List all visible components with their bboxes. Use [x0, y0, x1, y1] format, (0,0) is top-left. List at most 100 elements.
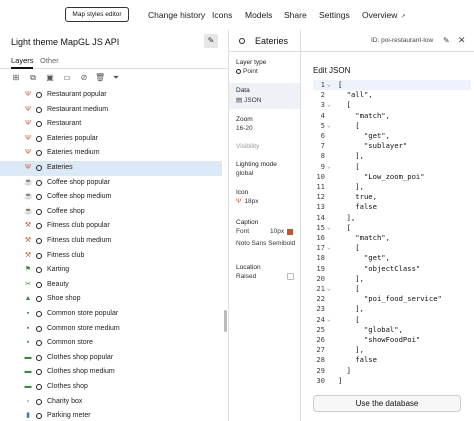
dumbbell-icon: ⚒	[24, 237, 32, 244]
layer-row[interactable]: ⚑ Karting	[0, 263, 222, 278]
fold-chevron-icon[interactable]: ⌄	[327, 121, 331, 131]
nav-change-history[interactable]: Change history	[148, 10, 205, 20]
visibility-icon[interactable]	[36, 267, 42, 274]
duplicate-icon[interactable]: ⧉	[28, 73, 38, 83]
layer-row[interactable]: ▬ Clothes shop medium	[0, 365, 222, 380]
layer-row[interactable]: ⚒ Fitness club popular	[0, 219, 222, 234]
nav-icons[interactable]: Icons	[212, 10, 232, 20]
visibility-icon[interactable]	[36, 296, 42, 303]
nav-overview[interactable]: Overview ↗	[362, 10, 405, 20]
fold-chevron-icon[interactable]: ⌄	[327, 315, 331, 325]
fold-chevron-icon[interactable]: ⌄	[327, 100, 331, 110]
code-line: 8 ],	[313, 151, 471, 161]
layer-row[interactable]: ▪ Common store popular	[0, 307, 222, 322]
layer-row[interactable]: Ψ Restaurant medium	[0, 103, 222, 118]
prop-lighting-mode[interactable]: Lighting mode global	[236, 161, 277, 177]
visibility-icon[interactable]	[36, 208, 42, 215]
prop-data[interactable]: Data ▤ JSON	[236, 87, 262, 104]
close-icon[interactable]: ✕	[458, 35, 466, 46]
layer-row[interactable]: ✂ Beauty	[0, 278, 222, 293]
visibility-icon[interactable]	[36, 194, 42, 201]
visibility-icon[interactable]	[36, 179, 42, 186]
nav-share[interactable]: Share	[284, 10, 307, 20]
code-text: "showFoodPoi"	[338, 335, 421, 344]
panel-resize-handle[interactable]	[224, 310, 227, 332]
fork-knife-icon: Ψ	[25, 149, 31, 157]
fold-chevron-icon[interactable]: ⌄	[327, 223, 331, 233]
visibility-icon[interactable]	[36, 311, 42, 317]
filter-icon[interactable]: ⏷	[111, 73, 121, 83]
visibility-icon[interactable]	[36, 92, 42, 98]
visibility-icon[interactable]	[36, 165, 42, 171]
visibility-icon[interactable]	[36, 354, 42, 361]
visibility-icon[interactable]	[36, 121, 42, 128]
layer-row[interactable]: Ψ Restaurant popular	[0, 88, 222, 103]
layer-label: Eateries popular	[47, 134, 98, 142]
layer-row[interactable]: Ψ Restaurant	[0, 117, 222, 132]
layer-row[interactable]: ⚒ Fitness club	[0, 249, 222, 264]
use-database-button[interactable]: Use the database	[313, 395, 461, 412]
caption-color-swatch[interactable]	[287, 229, 293, 235]
layer-label: Coffee shop	[47, 207, 85, 215]
shirt-icon: ▬	[24, 383, 32, 390]
layer-label: Charity box	[47, 397, 83, 405]
folder-icon[interactable]: ▭	[62, 73, 72, 83]
prop-caption[interactable]: Caption Font 10px Noto Sans Semibold	[236, 219, 298, 248]
layer-label: Fitness club medium	[47, 237, 112, 244]
fold-chevron-icon[interactable]: ⌄	[327, 243, 331, 253]
layer-row[interactable]: ▪ Common store medium	[0, 322, 222, 337]
visibility-eye-icon[interactable]	[239, 38, 245, 44]
map-styles-editor-button[interactable]: Map styles editor	[65, 7, 129, 22]
layer-title-bar: Eateries	[229, 30, 301, 52]
layer-row[interactable]: ⚒ Fitness club medium	[0, 234, 222, 249]
nav-settings[interactable]: Settings	[319, 10, 350, 20]
layer-row[interactable]: ▲ Shoe shop	[0, 292, 222, 307]
delete-icon[interactable]: 🗑	[95, 73, 105, 83]
prop-zoom[interactable]: Zoom 16-20	[236, 116, 253, 132]
visibility-icon[interactable]	[36, 238, 42, 244]
add-layer-icon[interactable]: ⊞	[11, 73, 21, 83]
hide-icon[interactable]: ⊘	[79, 73, 89, 83]
layer-row[interactable]: ☕ Coffee shop medium	[0, 190, 222, 205]
fold-chevron-icon[interactable]: ⌄	[327, 284, 331, 294]
visibility-icon[interactable]	[36, 252, 42, 259]
prop-icon[interactable]: Icon Ψ 18px	[236, 189, 259, 205]
layer-row[interactable]: ▮ Parking meter	[0, 409, 222, 421]
layer-row[interactable]: ▫ Charity box	[0, 395, 222, 410]
zoom-label: Zoom	[236, 116, 253, 123]
visibility-icon[interactable]	[36, 281, 42, 288]
fold-chevron-icon[interactable]: ⌄	[327, 162, 331, 172]
layer-row[interactable]: ▪ Common store	[0, 336, 222, 351]
visibility-icon[interactable]	[36, 340, 42, 347]
visibility-icon[interactable]	[36, 106, 42, 113]
visibility-label: Visibility	[236, 143, 260, 150]
visibility-icon[interactable]	[36, 398, 42, 405]
fold-chevron-icon[interactable]: ⌄	[327, 80, 331, 90]
prop-layer-type[interactable]: Layer type Point	[236, 59, 266, 75]
layer-row[interactable]: ▬ Clothes shop popular	[0, 351, 222, 366]
visibility-icon[interactable]	[36, 384, 42, 390]
prop-location[interactable]: Location Raised	[236, 264, 261, 280]
nav-models[interactable]: Models	[245, 10, 272, 20]
layer-row[interactable]: ☕ Coffee shop	[0, 205, 222, 220]
code-text: [	[338, 222, 351, 232]
layer-row[interactable]: Ψ Eateries popular	[0, 132, 222, 147]
tab-other[interactable]: Other	[40, 56, 59, 65]
layer-row[interactable]: Ψ Eateries medium	[0, 146, 222, 161]
group-icon[interactable]: ▣	[45, 73, 55, 83]
prop-visibility[interactable]: Visibility	[236, 143, 259, 150]
layer-row[interactable]: Ψ Eateries	[0, 161, 222, 176]
visibility-icon[interactable]	[36, 135, 42, 142]
visibility-icon[interactable]	[36, 223, 42, 230]
visibility-icon[interactable]	[36, 150, 42, 157]
tab-layers[interactable]: Layers	[11, 56, 34, 65]
location-checkbox[interactable]	[287, 273, 294, 280]
visibility-icon[interactable]	[36, 369, 42, 376]
layer-row[interactable]: ☕ Coffee shop popular	[0, 176, 222, 191]
edit-layer-icon[interactable]: ✎	[443, 36, 450, 45]
edit-title-button[interactable]: ✎	[204, 34, 218, 48]
code-text: "global",	[338, 324, 403, 334]
layer-row[interactable]: ▬ Clothes shop	[0, 380, 222, 395]
visibility-icon[interactable]	[36, 413, 42, 420]
visibility-icon[interactable]	[36, 325, 42, 332]
